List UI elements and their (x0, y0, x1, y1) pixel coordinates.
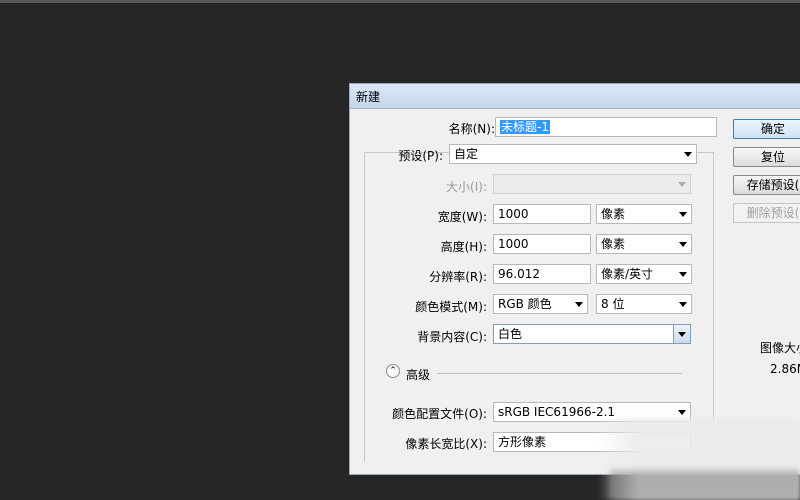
chevron-down-icon (679, 302, 687, 307)
dialog-title-bar[interactable]: 新建 (350, 84, 800, 109)
save-preset-button[interactable]: 存储预设( (733, 175, 800, 195)
color-mode-select[interactable]: RGB 颜色 (493, 294, 588, 314)
height-unit-value: 像素 (601, 237, 626, 251)
height-label: 高度(H): (440, 240, 487, 254)
height-value: 1000 (498, 237, 529, 251)
size-label: 大小(I): (446, 180, 487, 194)
bit-depth-value: 8 位 (601, 297, 625, 311)
bit-depth-select[interactable]: 8 位 (596, 294, 692, 314)
ok-button[interactable]: 确定 (733, 119, 800, 139)
name-input-value: 未标题-1 (500, 120, 550, 134)
dropdown-button[interactable] (673, 325, 690, 343)
app-top-bar (0, 0, 800, 3)
resolution-input[interactable]: 96.012 (493, 264, 591, 284)
new-document-dialog: 新建 名称(N): 未标题-1 预设(P): 自定 大小(I): 宽度(W): … (349, 83, 800, 475)
resolution-label: 分辨率(R): (429, 270, 487, 284)
pixel-aspect-label: 像素长宽比(X): (405, 437, 487, 451)
color-mode-label: 颜色模式(M): (415, 300, 487, 314)
resolution-unit-value: 像素/英寸 (601, 267, 654, 281)
width-label: 宽度(W): (437, 210, 487, 224)
collapse-chevron-icon: ⌃ (389, 366, 397, 376)
image-size-value: 2.86M (770, 362, 800, 376)
chevron-down-icon (678, 410, 686, 415)
chevron-down-icon (679, 272, 687, 277)
preset-value: 自定 (454, 147, 479, 161)
width-unit-value: 像素 (601, 207, 626, 221)
blurred-watermark-shadow (610, 470, 800, 500)
delete-preset-button: 删除预设( (733, 203, 800, 223)
height-unit-select[interactable]: 像素 (596, 234, 692, 254)
chevron-down-icon (684, 152, 692, 157)
preset-label: 预设(P): (398, 149, 443, 163)
color-profile-label: 颜色配置文件(O): (392, 407, 487, 421)
resolution-unit-select[interactable]: 像素/英寸 (596, 264, 692, 284)
height-input[interactable]: 1000 (493, 234, 591, 254)
width-unit-select[interactable]: 像素 (596, 204, 692, 224)
chevron-down-icon (679, 242, 687, 247)
background-value: 白色 (498, 327, 523, 341)
advanced-toggle[interactable]: ⌃ (386, 364, 400, 378)
name-input[interactable]: 未标题-1 (495, 117, 717, 137)
resolution-value: 96.012 (498, 267, 540, 281)
advanced-divider (437, 373, 682, 374)
preset-select[interactable]: 自定 (449, 144, 697, 164)
background-select[interactable]: 白色 (493, 324, 691, 344)
width-value: 1000 (498, 207, 529, 221)
chevron-down-icon (678, 182, 686, 187)
dialog-title: 新建 (356, 90, 381, 104)
advanced-label: 高级 (406, 368, 431, 382)
reset-button[interactable]: 复位 (733, 147, 800, 167)
background-label: 背景内容(C): (417, 330, 487, 344)
image-size-label: 图像大小 (760, 341, 800, 355)
pixel-aspect-value: 方形像素 (498, 435, 547, 449)
color-profile-value: sRGB IEC61966-2.1 (498, 405, 616, 419)
chevron-down-icon (678, 332, 686, 337)
color-mode-value: RGB 颜色 (498, 297, 552, 311)
name-label: 名称(N): (448, 122, 495, 136)
chevron-down-icon (575, 302, 583, 307)
chevron-down-icon (679, 212, 687, 217)
width-input[interactable]: 1000 (493, 204, 591, 224)
size-select (493, 174, 691, 194)
